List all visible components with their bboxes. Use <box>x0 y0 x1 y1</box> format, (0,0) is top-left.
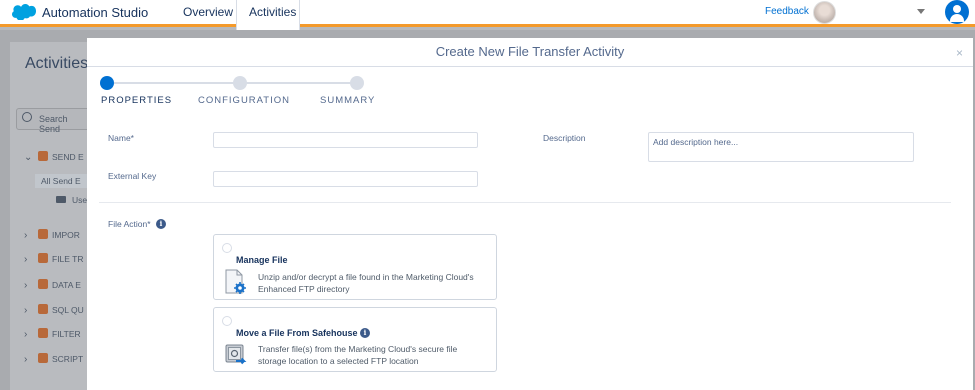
folder-icon <box>38 353 48 363</box>
background-folder-row: › SQL QU <box>24 304 84 318</box>
top-header: Automation Studio Overview Activities Fe… <box>0 0 975 30</box>
manage-file-description-2: Enhanced FTP directory <box>258 284 350 294</box>
profile-icon[interactable] <box>945 0 969 24</box>
background-selected-row: All Send E <box>35 174 90 188</box>
chevron-right-icon: › <box>24 354 28 365</box>
option-move-from-safehouse[interactable]: Move a File From Safehouse i Transfer fi… <box>213 307 497 372</box>
background-folder-row: ⌄ SEND E <box>24 151 84 165</box>
file-gear-icon <box>225 269 246 294</box>
step-properties-label: PROPERTIES <box>101 95 173 106</box>
folder-icon <box>38 279 48 289</box>
feedback-link[interactable]: Feedback <box>765 6 809 17</box>
background-folder-label: IMPOR <box>52 230 80 240</box>
salesforce-cloud-icon[interactable] <box>12 3 36 20</box>
safe-transfer-icon <box>225 344 247 365</box>
background-folder-row: › FILE TR <box>24 253 84 267</box>
chevron-down-icon[interactable] <box>917 9 925 14</box>
tab-activities[interactable]: Activities <box>236 0 300 30</box>
chevron-right-icon: › <box>24 329 28 340</box>
chevron-right-icon: › <box>24 230 28 241</box>
background-folder-label: DATA E <box>52 280 81 290</box>
modal-title: Create New File Transfer Activity <box>87 38 973 67</box>
step-properties-dot[interactable] <box>100 76 114 90</box>
background-page-title: Activities <box>25 55 89 72</box>
step-configuration-dot[interactable] <box>233 76 247 90</box>
background-sub-label: Use <box>72 195 88 205</box>
create-file-transfer-modal: Create New File Transfer Activity × PROP… <box>87 38 973 390</box>
close-icon[interactable]: × <box>956 46 963 60</box>
step-summary-dot[interactable] <box>350 76 364 90</box>
chevron-right-icon: › <box>24 280 28 291</box>
description-textarea[interactable]: Add description here... <box>648 132 914 162</box>
chevron-down-icon: ⌄ <box>24 152 33 163</box>
background-folder-row: › SCRIPT <box>24 353 83 367</box>
background-folder-label: SQL QU <box>52 305 84 315</box>
progress-track <box>114 82 234 84</box>
safehouse-radio[interactable] <box>222 316 232 326</box>
name-input[interactable] <box>213 132 478 148</box>
background-folder-label: SCRIPT <box>52 354 84 364</box>
progress-track <box>240 82 354 84</box>
safehouse-description-1: Transfer file(s) from the Marketing Clou… <box>258 344 458 354</box>
app-name[interactable]: Automation Studio <box>42 5 148 20</box>
manage-file-title: Manage File <box>236 255 288 265</box>
option-manage-file[interactable]: Manage File Unzip and/or decrypt a file … <box>213 234 497 300</box>
background-folder-row: › IMPOR <box>24 229 80 243</box>
external-key-input[interactable] <box>213 171 478 187</box>
chevron-right-icon: › <box>24 254 28 265</box>
info-icon[interactable]: i <box>360 328 370 338</box>
tab-overview[interactable]: Overview <box>171 0 245 27</box>
safehouse-title: Move a File From Safehouse <box>236 328 358 338</box>
section-divider <box>99 202 951 203</box>
folder-icon <box>38 328 48 338</box>
safehouse-description-2: storage location to a selected FTP locat… <box>258 356 419 366</box>
background-sub-row: Use <box>56 195 87 205</box>
info-icon[interactable]: i <box>156 219 166 229</box>
external-key-label: External Key <box>108 171 157 181</box>
folder-icon <box>38 253 48 263</box>
background-folder-row: › DATA E <box>24 279 81 293</box>
file-action-label: File Action* <box>108 219 151 229</box>
manage-file-radio[interactable] <box>222 243 232 253</box>
folder-icon <box>38 229 48 239</box>
profile-icon-head <box>953 5 961 13</box>
manage-file-description-1: Unzip and/or decrypt a file found in the… <box>258 272 474 282</box>
folder-icon <box>38 304 48 314</box>
name-label: Name* <box>108 133 134 143</box>
background-folder-row: › FILTER <box>24 328 81 342</box>
chevron-right-icon: › <box>24 305 28 316</box>
folder-open-icon <box>56 196 66 203</box>
step-configuration-label: CONFIGURATION <box>198 95 290 106</box>
folder-icon <box>38 151 48 161</box>
step-summary-label: SUMMARY <box>320 95 376 106</box>
background-folder-label: SEND E <box>52 152 84 162</box>
user-avatar[interactable] <box>813 1 836 24</box>
search-icon <box>22 112 32 122</box>
background-folder-label: FILTER <box>52 329 81 339</box>
profile-icon-body <box>950 14 964 22</box>
description-label: Description <box>543 133 586 143</box>
background-folder-label: FILE TR <box>52 254 84 264</box>
